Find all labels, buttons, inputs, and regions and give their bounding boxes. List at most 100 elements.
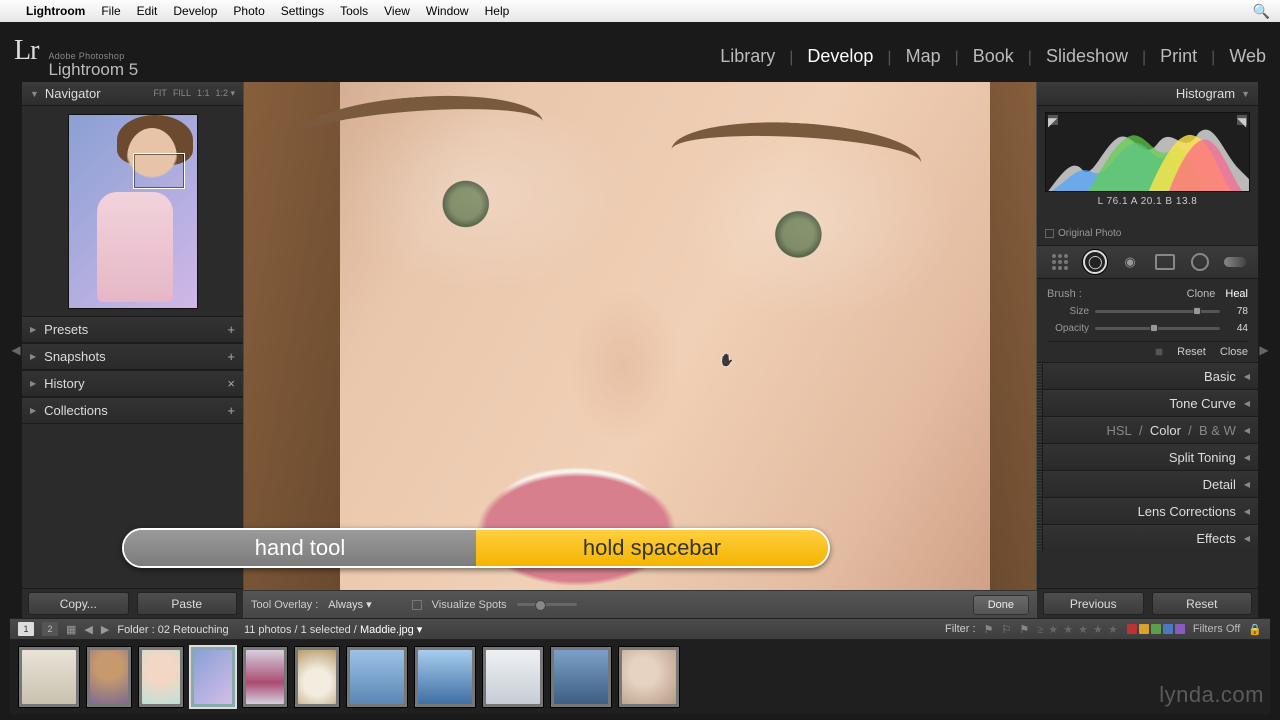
- spot-removal-tool-icon[interactable]: ◯: [1083, 250, 1107, 274]
- panel-snapshots[interactable]: ▶ Snapshots +: [22, 343, 243, 370]
- panel-hsl[interactable]: HSL / Color / B & W◀: [1037, 416, 1258, 443]
- size-slider[interactable]: [1095, 310, 1220, 313]
- visualize-spots-label: Visualize Spots: [432, 599, 507, 611]
- filter-lock-icon[interactable]: 🔒: [1248, 623, 1262, 636]
- menu-help[interactable]: Help: [485, 4, 510, 18]
- current-filename[interactable]: Maddie.jpg ▾: [360, 624, 422, 636]
- secondary-display-1[interactable]: 1: [18, 622, 34, 636]
- nav-1to1[interactable]: 1:1: [197, 88, 210, 99]
- filmstrip-thumb-selected[interactable]: [190, 646, 236, 708]
- menu-settings[interactable]: Settings: [281, 4, 324, 18]
- filmstrip-thumb[interactable]: [242, 646, 288, 708]
- menu-window[interactable]: Window: [426, 4, 469, 18]
- crop-tool-icon[interactable]: [1048, 250, 1072, 274]
- previous-button[interactable]: Previous: [1043, 592, 1144, 615]
- reset-button[interactable]: Reset: [1152, 592, 1253, 615]
- mode-heal[interactable]: Heal: [1225, 288, 1248, 300]
- adjustment-brush-icon[interactable]: [1223, 250, 1247, 274]
- navigator-viewport-rect[interactable]: [133, 153, 185, 189]
- visualize-spots-checkbox[interactable]: [412, 600, 422, 610]
- add-preset-icon[interactable]: +: [227, 322, 235, 337]
- pin-toggle-icon[interactable]: [1155, 348, 1163, 356]
- filmstrip-thumb[interactable]: [18, 646, 80, 708]
- watermark: lynda.com: [1159, 682, 1264, 708]
- histogram-chart[interactable]: ◤ ◥: [1045, 112, 1250, 192]
- panel-basic[interactable]: Basic◀: [1037, 362, 1258, 389]
- panel-collections[interactable]: ▶ Collections +: [22, 397, 243, 424]
- filmstrip[interactable]: [10, 640, 1270, 714]
- module-print[interactable]: Print: [1160, 46, 1197, 67]
- graduated-filter-icon[interactable]: [1153, 250, 1177, 274]
- menu-edit[interactable]: Edit: [137, 4, 158, 18]
- filmstrip-thumb[interactable]: [138, 646, 184, 708]
- photo-canvas[interactable]: [244, 82, 1036, 590]
- add-collection-icon[interactable]: +: [227, 403, 235, 418]
- module-map[interactable]: Map: [906, 46, 941, 67]
- module-library[interactable]: Library: [720, 46, 775, 67]
- prev-photo-icon[interactable]: ◀: [84, 623, 92, 636]
- menu-view[interactable]: View: [384, 4, 410, 18]
- rating-filter[interactable]: ≥ ★ ★ ★ ★ ★: [1037, 623, 1119, 636]
- unflag-filter-icon[interactable]: ⚐: [1001, 623, 1011, 636]
- filmstrip-thumb[interactable]: [346, 646, 408, 708]
- grid-view-icon[interactable]: ▦: [66, 623, 76, 636]
- left-panel-toggle-icon[interactable]: ◀: [10, 82, 22, 618]
- tool-overlay-select[interactable]: Always ▾: [328, 598, 371, 611]
- nav-fill[interactable]: FILL: [173, 88, 191, 99]
- module-web[interactable]: Web: [1229, 46, 1266, 67]
- filmstrip-thumb[interactable]: [482, 646, 544, 708]
- reject-filter-icon[interactable]: ⚑: [1019, 623, 1029, 636]
- original-photo-checkbox[interactable]: [1045, 229, 1054, 238]
- visualize-spots-slider[interactable]: [517, 603, 577, 606]
- folder-name[interactable]: 02 Retouching: [158, 624, 229, 636]
- menu-photo[interactable]: Photo: [233, 4, 264, 18]
- add-snapshot-icon[interactable]: +: [227, 349, 235, 364]
- filmstrip-thumb[interactable]: [294, 646, 340, 708]
- filmstrip-thumb[interactable]: [618, 646, 680, 708]
- module-develop[interactable]: Develop: [807, 46, 873, 67]
- clear-history-icon[interactable]: ×: [227, 376, 235, 391]
- panel-presets[interactable]: ▶ Presets +: [22, 316, 243, 343]
- brush-reset-button[interactable]: Reset: [1177, 346, 1206, 358]
- navigator-header[interactable]: ▼ Navigator FIT FILL 1:1 1:2 ▾: [22, 82, 243, 106]
- filters-off[interactable]: Filters Off: [1193, 623, 1240, 635]
- copy-button[interactable]: Copy...: [28, 592, 129, 615]
- filmstrip-thumb[interactable]: [550, 646, 612, 708]
- snapshots-label: Snapshots: [44, 349, 105, 364]
- menu-file[interactable]: File: [101, 4, 120, 18]
- next-photo-icon[interactable]: ▶: [101, 623, 109, 636]
- panel-split-toning[interactable]: Split Toning◀: [1037, 443, 1258, 470]
- panel-lens-corrections[interactable]: Lens Corrections◀: [1037, 497, 1258, 524]
- paste-button[interactable]: Paste: [137, 592, 238, 615]
- panel-detail[interactable]: Detail◀: [1037, 470, 1258, 497]
- menu-tools[interactable]: Tools: [340, 4, 368, 18]
- lr-logo-icon: Lr: [14, 35, 38, 67]
- opacity-slider[interactable]: [1095, 327, 1220, 330]
- brush-close-button[interactable]: Close: [1220, 346, 1248, 358]
- panel-tone-curve[interactable]: Tone Curve◀: [1037, 389, 1258, 416]
- nav-fit[interactable]: FIT: [153, 88, 167, 99]
- panel-effects[interactable]: Effects◀: [1037, 524, 1258, 551]
- nav-zoom[interactable]: 1:2 ▾: [215, 88, 235, 99]
- module-book[interactable]: Book: [973, 46, 1014, 67]
- photo-count: 11 photos / 1 selected /: [244, 624, 357, 636]
- hand-cursor-icon: [719, 351, 733, 365]
- done-button[interactable]: Done: [973, 595, 1029, 615]
- flag-filter-icon[interactable]: ⚑: [984, 623, 994, 636]
- filmstrip-thumb[interactable]: [414, 646, 476, 708]
- module-slideshow[interactable]: Slideshow: [1046, 46, 1128, 67]
- mac-menubar: Lightroom File Edit Develop Photo Settin…: [0, 0, 1280, 22]
- navigator-preview[interactable]: [22, 106, 243, 316]
- color-label-filter[interactable]: [1127, 624, 1185, 634]
- menubar-app[interactable]: Lightroom: [26, 4, 85, 18]
- histogram-header[interactable]: Histogram ▼: [1037, 82, 1258, 106]
- redeye-tool-icon[interactable]: ◉: [1118, 250, 1142, 274]
- secondary-display-2[interactable]: 2: [42, 622, 58, 636]
- right-panel-toggle-icon[interactable]: ▶: [1258, 82, 1270, 618]
- panel-history[interactable]: ▶ History ×: [22, 370, 243, 397]
- radial-filter-icon[interactable]: [1188, 250, 1212, 274]
- filmstrip-thumb[interactable]: [86, 646, 132, 708]
- mode-clone[interactable]: Clone: [1187, 288, 1216, 300]
- spotlight-icon[interactable]: 🔍: [1253, 3, 1270, 20]
- menu-develop[interactable]: Develop: [173, 4, 217, 18]
